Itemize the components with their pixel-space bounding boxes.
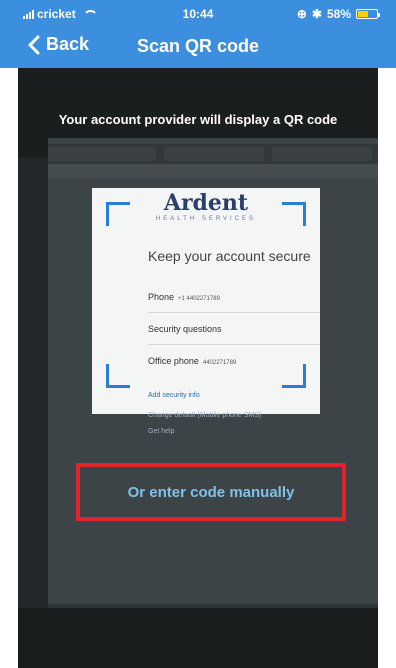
enter-code-manually-label: Or enter code manually [127,483,295,501]
enter-code-manually-button[interactable]: Or enter code manually [76,463,346,521]
security-questions-label: Security questions [148,324,222,334]
location-icon: ⊕ [296,7,307,21]
change-default-text: Change default (Mobile phone SMS) [148,412,262,419]
monitor-browser-tabs [48,144,378,164]
page-title: Scan QR code [136,36,260,56]
viewfinder-corner-top-left [106,202,130,226]
scanned-card: Ardent HEALTH SERVICES Keep your account… [92,188,320,414]
top-bar: cricket 10:44 ⊕ ✱ 58% Back Scan QR code [0,0,396,68]
status-right: ⊕ ✱ 58% [296,7,380,21]
scan-instructions: Your account provider will display a QR … [58,112,338,127]
get-help-text: Get help [148,428,175,435]
camera-viewfinder: Your account provider will display a QR … [18,68,378,668]
battery-percent: 58% [326,7,351,21]
card-heading: Keep your account secure [148,248,311,264]
viewfinder-corner-bottom-right [282,364,306,388]
office-phone-label: Office phone [148,356,199,366]
phone-value: +1 4402271789 [178,296,220,302]
monitor-tab [48,147,156,161]
bluetooth-icon: ✱ [311,7,322,21]
monitor-address-bar [48,164,378,178]
row-divider [148,312,320,313]
camera-bottom-shade [18,608,378,668]
nav-bar: Back Scan QR code [0,24,396,68]
monitor-tab [164,147,264,161]
office-phone-row: Office phone 4402271789 [148,356,236,366]
security-questions-row: Security questions [148,324,222,334]
phone-label: Phone [148,292,175,302]
office-phone-value: 4402271789 [202,360,237,366]
monitor-tab [272,147,372,161]
battery-icon [356,9,380,19]
viewfinder-corner-bottom-left [106,364,130,388]
add-security-info-link: Add security info [148,392,200,399]
phone-row: Phone +1 4402271789 [148,292,220,302]
viewfinder-corner-top-right [282,202,306,226]
status-bar: cricket 10:44 ⊕ ✱ 58% [0,0,396,24]
row-divider [148,344,320,345]
